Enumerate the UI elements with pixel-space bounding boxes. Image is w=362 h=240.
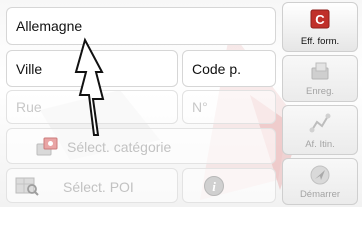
postcode-placeholder: Code p. <box>192 60 242 77</box>
destination-entry-screen: Allemagne Ville Code p. Rue N° Sélect. c… <box>0 0 362 207</box>
show-route-label: Af. Itin. <box>305 139 335 150</box>
country-value: Allemagne <box>16 18 83 34</box>
select-category-button[interactable]: Sélect. catégorie <box>6 128 276 164</box>
start-navigation-button[interactable]: Démarrer <box>282 158 358 205</box>
info-icon: i <box>203 175 225 200</box>
select-poi-button[interactable]: Sélect. POI <box>6 168 178 203</box>
number-field[interactable]: N° <box>182 90 276 124</box>
select-poi-label: Sélect. POI <box>63 179 134 195</box>
clear-form-label: Eff. form. <box>300 36 340 47</box>
start-navigation-icon <box>309 165 331 188</box>
category-icon <box>35 136 61 161</box>
save-label: Enreg. <box>306 86 334 97</box>
poi-map-icon <box>14 175 40 200</box>
save-button[interactable]: Enreg. <box>282 55 358 102</box>
country-field[interactable]: Allemagne <box>6 7 276 45</box>
city-field[interactable]: Ville <box>6 50 178 87</box>
clear-form-button[interactable]: C Eff. form. <box>282 2 358 52</box>
info-button[interactable]: i <box>182 168 276 203</box>
street-field[interactable]: Rue <box>6 90 178 124</box>
postcode-field[interactable]: Code p. <box>182 50 276 87</box>
route-icon <box>308 112 332 137</box>
save-icon <box>309 62 331 83</box>
start-navigation-label: Démarrer <box>299 189 341 200</box>
city-placeholder: Ville <box>16 60 43 77</box>
street-placeholder: Rue <box>16 99 42 115</box>
svg-text:C: C <box>315 12 325 27</box>
svg-text:i: i <box>212 179 216 194</box>
select-category-label: Sélect. catégorie <box>67 139 172 155</box>
show-route-button[interactable]: Af. Itin. <box>282 105 358 155</box>
clear-form-icon: C <box>310 9 330 32</box>
number-placeholder: N° <box>192 99 208 115</box>
